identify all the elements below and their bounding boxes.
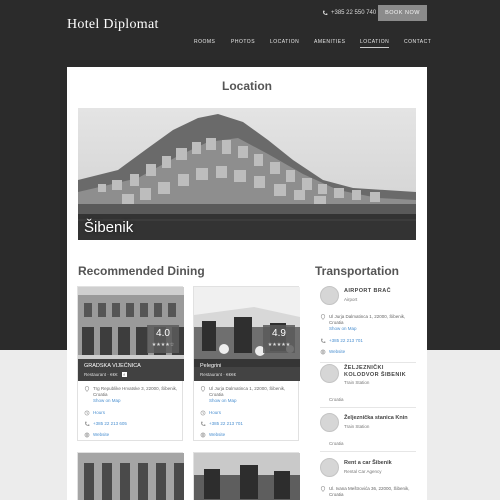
dining-card[interactable] [193,452,300,500]
hero-image: Šibenik [78,108,416,240]
main-nav: ROOMS PHOTOS LOCATION AMENITIES LOCATION… [0,39,500,48]
place-logo [320,286,339,305]
phone-link[interactable]: +385 22 213 701 [329,338,415,344]
transport-name[interactable]: Rent a car Šibenik [344,460,392,467]
show-on-map-link[interactable]: Show on Map [209,398,237,403]
nav-rooms[interactable]: ROOMS [194,39,215,45]
hours-link[interactable]: Hours [93,410,179,416]
card-title-strip: GRADSKA VIJEĆNICA Restaurant · €€€ f [78,359,184,381]
phone-icon [200,421,206,427]
rating-badge: 4.0 ★★★★☆ [147,325,179,353]
transport-name[interactable]: AIRPORT BRAČ [344,288,391,295]
dining-section-title: Recommended Dining [78,264,205,278]
phone-number-text: +385 22 550 740 [331,10,377,16]
nav-location[interactable]: LOCATION [270,39,299,45]
restaurant-name[interactable]: Pelegrini [200,363,221,369]
transport-type: Train Station [344,380,370,385]
location-pin-icon [320,314,326,320]
location-pin-icon [200,386,206,392]
phone-icon [320,338,326,344]
address-text: Trg Republike Hrvatske 3, 22000, Šibenik… [93,386,178,397]
book-now-button[interactable]: BOOK NOW [378,5,427,21]
top-bar: Hotel Diplomat +385 22 550 740 BOOK NOW … [0,0,500,60]
transport-type: Airport [344,297,358,302]
transport-type: Train Station [344,424,370,429]
address-text: Ul Jurja Dalmatinca 1, 22000, Šibenik, C… [329,314,406,325]
restaurant-photo [78,453,184,500]
nav-location-active[interactable]: LOCATION [360,39,390,48]
nav-photos[interactable]: PHOTOS [231,39,255,45]
phone-link[interactable]: +385 22 213 605 [93,421,179,427]
restaurant-type: Restaurant · €€€ [84,372,118,377]
nav-contact[interactable]: CONTACT [404,39,431,45]
transport-country: Croatia [329,397,344,402]
card-title-strip: Pelegrini Restaurant · €€€€ [194,359,300,381]
globe-icon [320,349,326,355]
restaurant-photo: 4.9 ★★★★★ Pelegrini Restaurant · €€€€ [194,287,300,381]
rating-value: 4.9 [272,328,286,339]
show-on-map-link[interactable]: Show on Map [329,326,357,331]
address-text: Ul Jurja Dalmatinca 1, 22000, Šibenik, C… [209,386,286,397]
dining-card[interactable]: 4.0 ★★★★☆ GRADSKA VIJEĆNICA Restaurant ·… [77,286,184,441]
phone-number[interactable]: +385 22 550 740 [322,10,376,16]
location-pin-icon [84,386,90,392]
hero-caption: Šibenik [84,219,134,236]
transport-type: Rental Car Agency [344,469,382,474]
address-text: Ul. Ivana Meštrovića 36, 22000, Šibenik,… [329,486,410,497]
divider [320,451,416,452]
show-on-map-link[interactable]: Show on Map [93,398,121,403]
restaurant-name[interactable]: GRADSKA VIJEĆNICA [84,363,141,369]
dining-card[interactable]: 4.9 ★★★★★ Pelegrini Restaurant · €€€€ Ul… [193,286,300,441]
hotel-logo[interactable]: Hotel Diplomat [67,17,159,33]
globe-icon [84,432,90,438]
clock-icon [200,410,206,416]
divider [320,362,416,363]
restaurant-type: Restaurant · €€€€ [200,372,237,377]
globe-icon [200,432,206,438]
place-logo [320,364,339,383]
phone-link[interactable]: +385 22 213 701 [209,421,295,427]
rating-stars: ★★★★☆ [151,342,175,348]
place-logo [320,413,339,432]
location-pin-icon [320,486,326,492]
website-link[interactable]: Website [329,349,415,355]
phone-icon [322,10,328,16]
divider [320,407,416,408]
clock-icon [84,410,90,416]
website-link[interactable]: Website [93,432,179,438]
hours-link[interactable]: Hours [209,410,295,416]
rating-value: 4.0 [156,328,170,339]
restaurant-photo [194,453,300,500]
dining-card[interactable] [77,452,184,500]
nav-amenities[interactable]: AMENITIES [314,39,345,45]
facebook-icon[interactable]: f [121,372,127,378]
transport-section-title: Transportation [315,264,400,278]
restaurant-photo: 4.0 ★★★★☆ GRADSKA VIJEĆNICA Restaurant ·… [78,287,184,381]
transport-name[interactable]: ŽELJEZNIČKI KOLODVOR ŠIBENIK [344,365,418,379]
transport-country: Croatia [329,441,344,446]
page-title: Location [222,79,272,93]
website-link[interactable]: Website [209,432,295,438]
rating-stars: ★★★★★ [267,342,291,348]
rating-badge: 4.9 ★★★★★ [263,325,295,353]
place-logo [320,458,339,477]
transport-name[interactable]: Željeznička stanica Knin [344,415,408,422]
phone-icon [84,421,90,427]
